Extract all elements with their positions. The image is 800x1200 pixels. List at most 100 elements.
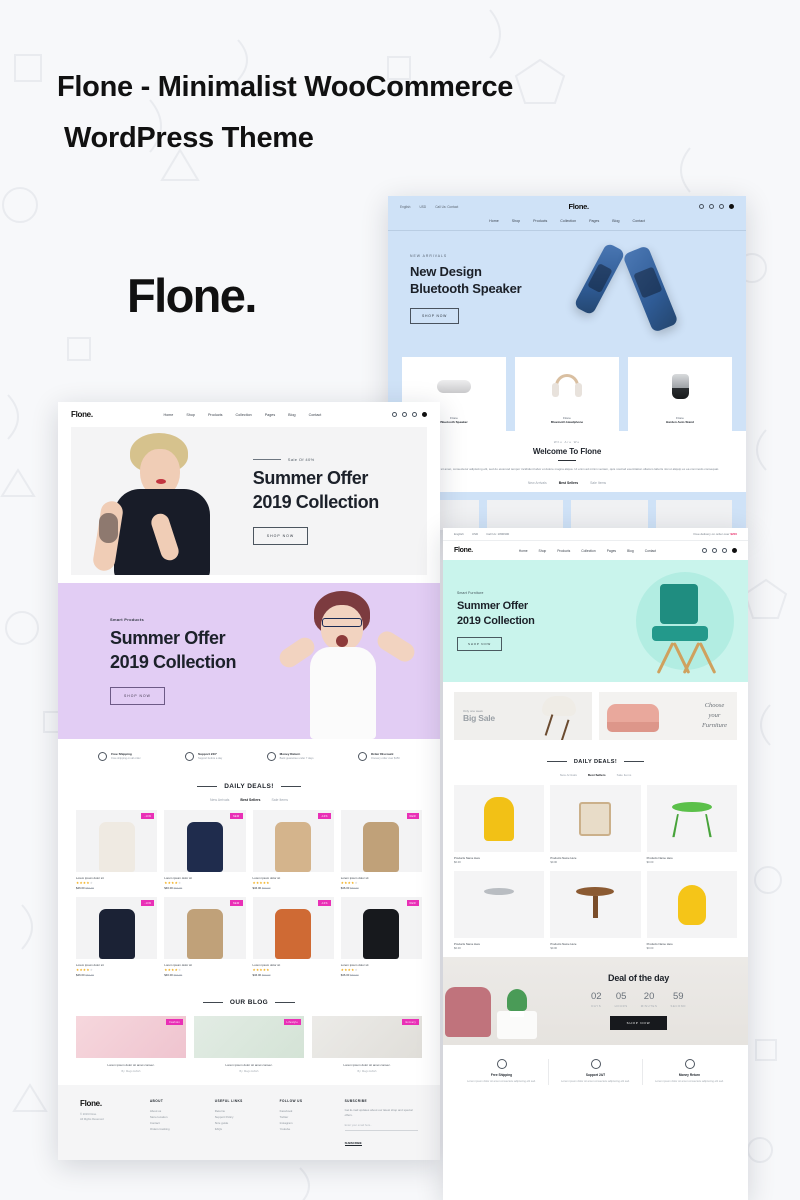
footer-link[interactable]: Orders tracking bbox=[150, 1126, 199, 1132]
nav-item-blog[interactable]: Blog bbox=[612, 219, 619, 223]
deal-shop-now-button[interactable]: SHOP NOW bbox=[609, 1015, 668, 1030]
user-icon[interactable] bbox=[709, 204, 714, 209]
product-card[interactable]: -10% Lorem ipsum dolor sit ★★★★★ $46.00 … bbox=[252, 810, 334, 890]
heart-icon[interactable] bbox=[719, 204, 724, 209]
nav-item-products[interactable]: Products bbox=[557, 549, 570, 553]
truck-icon bbox=[98, 752, 108, 761]
product-card[interactable]: NEW Lorem ipsum dolor sit ★★★★★ $46.00 $… bbox=[164, 810, 246, 890]
grid-cell[interactable] bbox=[655, 499, 732, 530]
blog-meta: By: Diego Ashish bbox=[239, 1069, 259, 1073]
tab-new-arrivals[interactable]: New Arrivals bbox=[560, 773, 577, 777]
product-card[interactable]: Products Name Here $0.00 bbox=[550, 785, 641, 864]
user-icon[interactable] bbox=[402, 412, 407, 417]
product-card[interactable]: -10% Lorem ipsum dolor sit ★★★★★ $46.00 … bbox=[76, 810, 158, 890]
nav-item-shop[interactable]: Shop bbox=[512, 219, 520, 223]
nav-item-collection[interactable]: Collection bbox=[581, 549, 595, 553]
product-card[interactable]: Flone Harden Auto Stand bbox=[628, 357, 732, 431]
product-name: Products Name Here bbox=[550, 942, 577, 946]
tab-best-sellers[interactable]: Best Sellers bbox=[588, 773, 606, 777]
tab-best-sellers[interactable]: Best Sellers bbox=[559, 481, 578, 485]
nav-item-collection[interactable]: Collection bbox=[560, 219, 576, 223]
contact-link[interactable]: Call Us: 1800900 bbox=[486, 532, 509, 536]
nav-item-shop[interactable]: Shop bbox=[539, 549, 547, 553]
deal-of-the-day-section: Deal of the day 02 DAYS 05 HOURS 20 MINUTES… bbox=[443, 957, 748, 1045]
tab-sale-items[interactable]: Sale Items bbox=[271, 798, 288, 802]
search-icon[interactable] bbox=[392, 412, 397, 417]
tab-new-arrivals[interactable]: New Arrivals bbox=[210, 798, 229, 802]
fashion-logo[interactable]: Flone. bbox=[71, 410, 93, 419]
heart-icon[interactable] bbox=[722, 548, 727, 553]
countdown-hours: 05 HOURS bbox=[614, 990, 628, 1008]
choose-furniture-banner[interactable]: Choose your Furniture bbox=[599, 692, 737, 740]
hero-shop-now-button[interactable]: SHOP NOW bbox=[252, 526, 309, 545]
nav-item-pages[interactable]: Pages bbox=[589, 219, 599, 223]
product-price: $46.00 $60.00 bbox=[164, 973, 183, 977]
tab-best-sellers[interactable]: Best Sellers bbox=[240, 798, 260, 802]
footer-link[interactable]: Youtube bbox=[280, 1126, 329, 1132]
nav-item-contact[interactable]: Contact bbox=[645, 549, 656, 553]
language-selector[interactable]: English bbox=[454, 532, 464, 536]
subscribe-email-input[interactable]: Enter your email here.. bbox=[344, 1124, 418, 1132]
big-sale-banner[interactable]: Only one week Big Sale bbox=[454, 692, 592, 740]
nav-item-home[interactable]: Home bbox=[489, 219, 499, 223]
nav-item-products[interactable]: Products bbox=[533, 219, 547, 223]
product-card[interactable]: Products Name Here $0.00 bbox=[454, 871, 545, 950]
cart-icon[interactable] bbox=[422, 412, 427, 417]
product-card[interactable]: Products Name Here $0.00 bbox=[646, 871, 737, 950]
welcome-eyebrow: Who Are We bbox=[553, 440, 581, 444]
product-card[interactable]: Products Name Here $0.00 bbox=[550, 871, 641, 950]
banner-title-line-2: 2019 Collection bbox=[110, 652, 237, 672]
tab-new-arrivals[interactable]: New Arrivals bbox=[528, 481, 547, 485]
grid-cell[interactable] bbox=[486, 499, 563, 530]
product-card[interactable]: NEW Lorem ipsum dolor sit ★★★★★ $46.00 $… bbox=[164, 897, 246, 977]
banner-script-line-2: your bbox=[708, 712, 721, 720]
language-selector[interactable]: English bbox=[400, 205, 410, 209]
blog-card[interactable]: Fashion Lorem ipsum dolor sit amet conse… bbox=[76, 1016, 186, 1073]
nav-item-pages[interactable]: Pages bbox=[265, 413, 275, 417]
electronics-logo[interactable]: Flone. bbox=[458, 202, 699, 211]
furniture-logo[interactable]: Flone. bbox=[454, 547, 473, 554]
product-card[interactable]: -10% Lorem ipsum dolor sit ★★★★★ $46.00 … bbox=[252, 897, 334, 977]
nav-item-pages[interactable]: Pages bbox=[607, 549, 616, 553]
welcome-paragraph: Lorem ipsum dolor sit amet, consectetur … bbox=[415, 467, 719, 471]
search-icon[interactable] bbox=[702, 548, 707, 553]
banner-title-line-1: Summer Offer bbox=[110, 628, 226, 649]
blog-card[interactable]: Grocery Lorem ipsum dolor sit amet conse… bbox=[312, 1016, 422, 1073]
grid-cell[interactable] bbox=[571, 499, 648, 530]
nav-item-collection[interactable]: Collection bbox=[236, 413, 252, 417]
product-card[interactable]: NEW Lorem ipsum dolor sit ★★★★★ $46.00 $… bbox=[340, 897, 422, 977]
product-price: $46.00 $60.00 bbox=[340, 886, 359, 890]
search-icon[interactable] bbox=[699, 204, 704, 209]
nav-item-blog[interactable]: Blog bbox=[288, 413, 295, 417]
nav-item-home[interactable]: Home bbox=[163, 413, 173, 417]
product-card[interactable]: NEW Lorem ipsum dolor sit ★★★★★ $46.00 $… bbox=[340, 810, 422, 890]
blog-card[interactable]: Lifestyle Lorem ipsum dolor sit amet con… bbox=[194, 1016, 304, 1073]
nav-item-blog[interactable]: Blog bbox=[627, 549, 634, 553]
cart-icon[interactable] bbox=[732, 548, 737, 553]
nav-item-contact[interactable]: Contact bbox=[309, 413, 322, 417]
product-card[interactable]: -10% Lorem ipsum dolor sit ★★★★★ $46.00 … bbox=[76, 897, 158, 977]
tab-sale-items[interactable]: Sale Items bbox=[590, 481, 606, 485]
cart-icon[interactable] bbox=[729, 204, 734, 209]
subscribe-button[interactable]: SUBSCRIBE bbox=[344, 1141, 362, 1147]
tab-sale-items[interactable]: Sale Items bbox=[617, 773, 632, 777]
currency-selector[interactable]: USD bbox=[419, 205, 426, 209]
nav-item-contact[interactable]: Contact bbox=[632, 219, 644, 223]
contact-link[interactable]: Call Us: Contact bbox=[435, 205, 458, 209]
user-icon[interactable] bbox=[712, 548, 717, 553]
banner-shop-now-button[interactable]: SHOP NOW bbox=[110, 686, 165, 705]
currency-selector[interactable]: USD bbox=[472, 532, 478, 536]
hero-shop-now-button[interactable]: SHOP NOW bbox=[410, 308, 460, 325]
nav-item-shop[interactable]: Shop bbox=[186, 413, 195, 417]
product-card[interactable]: Products Name Here $0.00 bbox=[454, 785, 545, 864]
footer-link[interactable]: FAQs bbox=[215, 1126, 264, 1132]
heart-icon[interactable] bbox=[412, 412, 417, 417]
hero-shop-now-button[interactable]: SHOP NOW bbox=[457, 637, 503, 652]
banner-big-text: Big Sale bbox=[463, 713, 495, 723]
product-rating: ★★★★★ bbox=[164, 881, 182, 885]
nav-item-products[interactable]: Products bbox=[208, 413, 223, 417]
feature-title: Support 24/7 bbox=[198, 752, 217, 757]
nav-item-home[interactable]: Home bbox=[519, 549, 528, 553]
product-card[interactable]: Products Name Here $0.00 bbox=[646, 785, 737, 864]
product-card[interactable]: Flone Bluetooth Headphone bbox=[515, 357, 619, 431]
